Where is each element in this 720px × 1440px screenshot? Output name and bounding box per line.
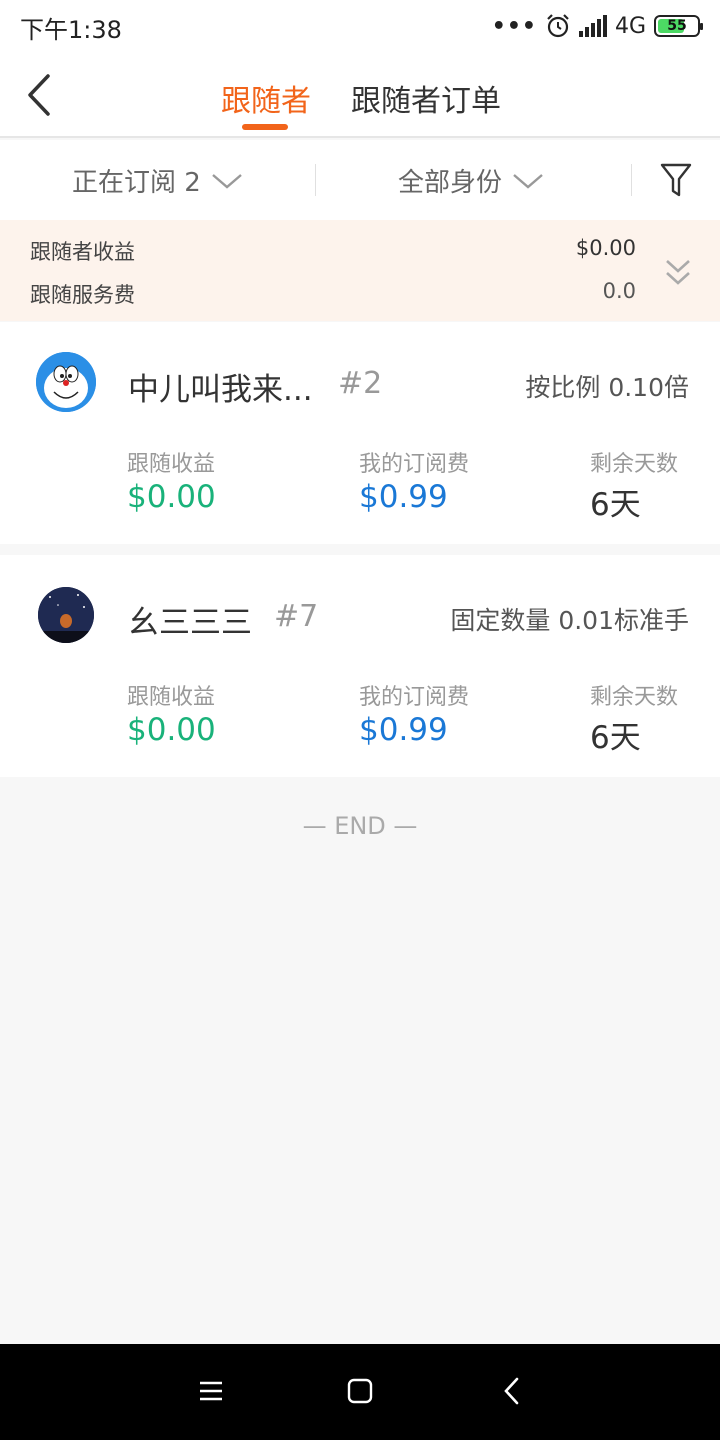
follower-number: #2 <box>338 366 383 401</box>
service-fee-value: 0.0 <box>602 279 636 303</box>
follow-earnings-label: 跟随收益 <box>127 452 216 477</box>
night-sky-avatar-icon <box>38 587 94 643</box>
follow-earnings-value: $0.00 <box>127 479 216 515</box>
divider <box>315 164 316 196</box>
more-dots-icon: ••• <box>491 13 537 39</box>
follower-card[interactable]: 幺三三三 #7 固定数量 0.01标准手 跟随收益 $0.00 我的订阅费 $0… <box>0 555 720 777</box>
battery-icon: 55 <box>654 15 703 37</box>
follower-earnings-value: $0.00 <box>575 236 636 260</box>
status-time: 下午1:38 <box>20 16 122 44</box>
signal-icon <box>578 15 607 37</box>
active-tab-indicator <box>242 124 288 130</box>
filter-bar: 正在订阅 2 全部身份 <box>0 140 720 220</box>
battery-level: 55 <box>667 18 687 34</box>
subscription-fee-label: 我的订阅费 <box>359 685 470 710</box>
filter-funnel-icon[interactable] <box>660 162 692 198</box>
earnings-summary: 跟随者收益 $0.00 跟随服务费 0.0 <box>0 220 720 321</box>
network-type: 4G <box>614 13 646 39</box>
system-nav-bar <box>0 1344 720 1440</box>
double-chevron-down-icon[interactable] <box>664 258 692 288</box>
remaining-days-label: 剩余天数 <box>590 452 679 477</box>
list-end-marker: — END — <box>302 812 418 840</box>
status-icons: ••• 4G 55 <box>491 10 703 42</box>
identity-filter-dropdown[interactable]: 全部身份 <box>398 162 544 199</box>
identity-filter-label: 全部身份 <box>398 168 503 198</box>
alarm-icon <box>547 14 569 38</box>
tab-followers[interactable]: 跟随者 <box>221 76 311 120</box>
subscription-filter-label: 正在订阅 2 <box>72 168 201 198</box>
follow-earnings-label: 跟随收益 <box>127 685 216 710</box>
status-bar: 下午1:38 ••• 4G 55 <box>0 0 720 52</box>
avatar <box>38 587 94 643</box>
tab-follower-orders[interactable]: 跟随者订单 <box>351 76 501 120</box>
menu-icon[interactable] <box>196 1376 226 1406</box>
subscription-fee-value: $0.99 <box>359 479 448 515</box>
home-icon[interactable] <box>345 1376 375 1406</box>
follow-earnings-value: $0.00 <box>127 712 216 748</box>
remaining-days-value: 6天 <box>590 487 641 523</box>
back-icon[interactable] <box>497 1376 527 1406</box>
remaining-days-value: 6天 <box>590 720 641 756</box>
chevron-down-icon <box>513 173 543 189</box>
follower-card[interactable]: 中儿叫我来... #2 按比例 0.10倍 跟随收益 $0.00 我的订阅费 $… <box>0 322 720 544</box>
subscription-fee-value: $0.99 <box>359 712 448 748</box>
follower-earnings-label: 跟随者收益 <box>30 240 135 264</box>
subscription-fee-label: 我的订阅费 <box>359 452 470 477</box>
top-nav: 跟随者 跟随者订单 <box>0 52 720 138</box>
avatar <box>36 352 96 412</box>
subscription-filter-dropdown[interactable]: 正在订阅 2 <box>72 162 243 199</box>
divider <box>631 164 632 196</box>
follower-number: #7 <box>274 599 319 634</box>
back-arrow-icon[interactable] <box>20 72 60 118</box>
follower-name: 幺三三三 <box>128 605 252 641</box>
follow-mode: 按比例 0.10倍 <box>525 373 689 402</box>
follow-mode: 固定数量 0.01标准手 <box>450 606 689 635</box>
service-fee-label: 跟随服务费 <box>30 283 135 307</box>
chevron-down-icon <box>212 173 242 189</box>
doraemon-avatar-icon <box>36 352 96 412</box>
follower-name: 中儿叫我来... <box>128 372 313 408</box>
remaining-days-label: 剩余天数 <box>590 685 679 710</box>
